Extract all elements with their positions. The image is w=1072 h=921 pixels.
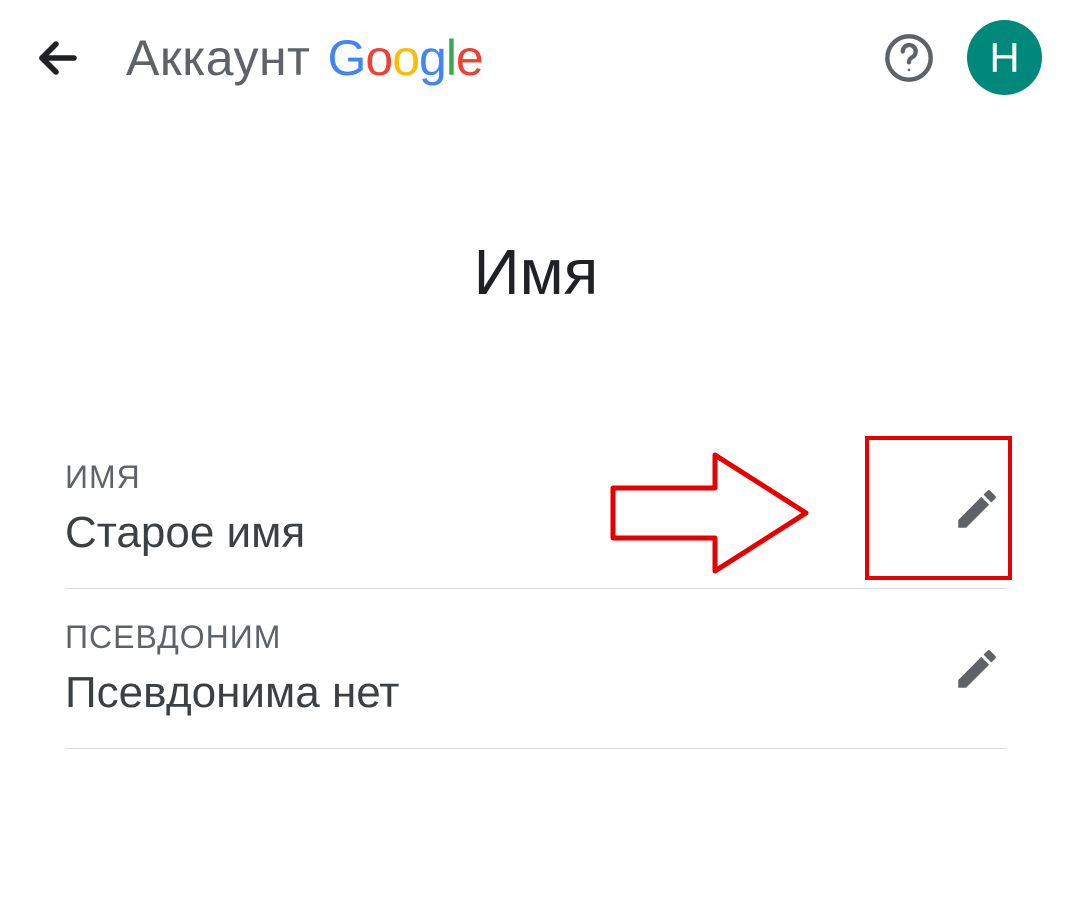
header-title-prefix: Аккаунт [126,29,310,87]
help-icon [883,32,935,84]
edit-name-button[interactable] [947,479,1007,539]
google-logo-letter: o [392,30,419,86]
google-logo-letter: l [446,30,456,86]
google-logo-letter: g [419,30,446,86]
row-name-value: Старое имя [65,508,947,558]
pencil-icon [952,484,1002,534]
row-nickname-value: Псевдонима нет [65,668,947,718]
edit-nickname-button[interactable] [947,639,1007,699]
google-logo-letter: G [327,30,365,86]
google-logo: Google [322,29,482,87]
google-logo-letter: o [365,30,392,86]
row-nickname[interactable]: ПСЕВДОНИМ Псевдонима нет [65,589,1007,749]
page-title: Имя [0,235,1072,309]
row-nickname-label: ПСЕВДОНИМ [65,619,947,656]
header-title: Аккаунт Google [126,29,841,87]
avatar[interactable]: Н [967,20,1042,95]
row-name-info: ИМЯ Старое имя [65,459,947,558]
app-header: Аккаунт Google Н [0,0,1072,115]
header-actions: Н [881,20,1042,95]
row-name-label: ИМЯ [65,459,947,496]
arrow-left-icon [34,34,82,82]
row-name[interactable]: ИМЯ Старое имя [65,429,1007,589]
help-button[interactable] [881,30,937,86]
pencil-icon [952,644,1002,694]
back-button[interactable] [30,30,86,86]
google-logo-letter: e [456,30,483,86]
settings-list: ИМЯ Старое имя ПСЕВДОНИМ Псевдонима нет [0,429,1072,749]
row-nickname-info: ПСЕВДОНИМ Псевдонима нет [65,619,947,718]
avatar-initial: Н [989,34,1019,82]
